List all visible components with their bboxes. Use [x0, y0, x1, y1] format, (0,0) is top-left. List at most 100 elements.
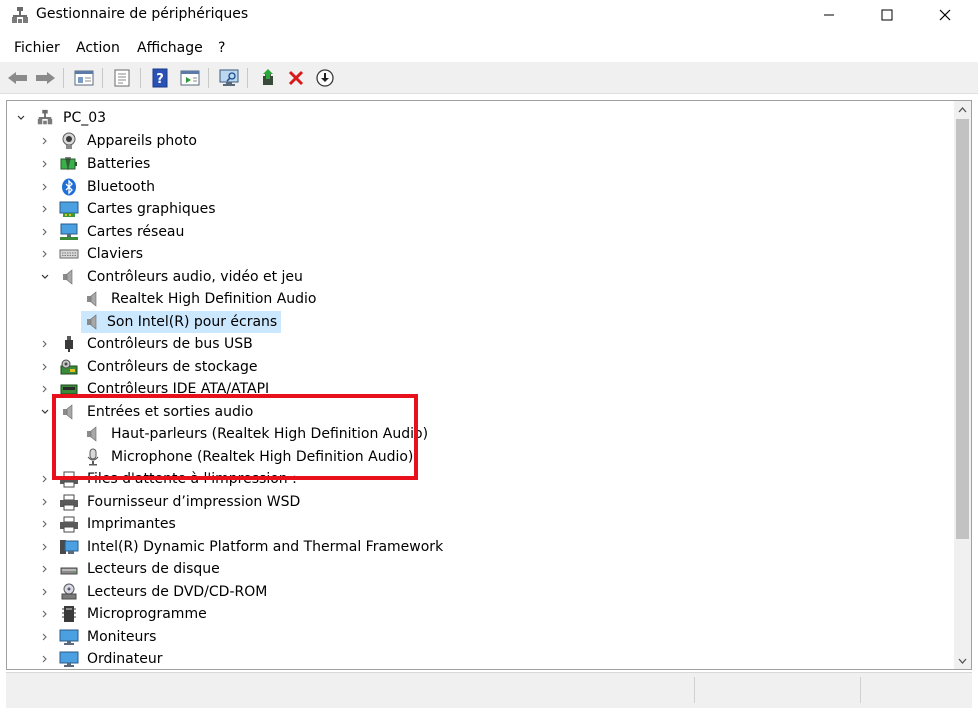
chevron-right-icon[interactable] — [39, 198, 51, 220]
action-pane-button[interactable] — [178, 66, 202, 90]
tree-item-lecteurs-disque[interactable]: Lecteurs de disque — [7, 558, 947, 580]
display-adapter-icon — [59, 200, 79, 218]
update-driver-button[interactable] — [256, 66, 280, 90]
tree-item-label: Microphone (Realtek High Definition Audi… — [111, 449, 414, 465]
chevron-right-icon[interactable] — [39, 536, 51, 558]
chevron-down-icon[interactable] — [39, 401, 51, 423]
tree-item-label: Haut-parleurs (Realtek High Definition A… — [111, 426, 429, 442]
close-button[interactable] — [916, 0, 974, 30]
bluetooth-icon — [59, 178, 79, 196]
chevron-right-icon[interactable] — [39, 243, 51, 265]
chevron-right-icon[interactable] — [39, 513, 51, 535]
keyboard-icon — [59, 245, 79, 263]
help-button[interactable]: ? — [148, 66, 172, 90]
printer-icon — [59, 515, 79, 533]
tree-item-son-intel[interactable]: Son Intel(R) pour écrans — [7, 311, 947, 333]
scan-hardware-button[interactable] — [217, 66, 241, 90]
tree-item-files-attente[interactable]: Files d'attente à l'impression : — [7, 468, 947, 490]
tree-item-controleurs-audio-video-jeu[interactable]: Contrôleurs audio, vidéo et jeu — [7, 266, 947, 288]
chevron-right-icon[interactable] — [39, 603, 51, 625]
menu-help[interactable]: ? — [218, 40, 225, 56]
chevron-up-icon — [958, 106, 967, 112]
console-tree-icon — [74, 70, 94, 86]
chevron-down-icon[interactable] — [15, 107, 27, 129]
chevron-right-icon[interactable] — [39, 581, 51, 603]
tree-item-label: Entrées et sorties audio — [87, 404, 254, 420]
tree-item-controleurs-stockage[interactable]: Contrôleurs de stockage — [7, 356, 947, 378]
window-title: Gestionnaire de périphériques — [36, 6, 249, 22]
tree-root[interactable]: PC_03 — [7, 107, 947, 129]
tree-item-microprogramme[interactable]: Microprogramme — [7, 603, 947, 625]
tree-item-controleurs-ide[interactable]: Contrôleurs IDE ATA/ATAPI — [7, 378, 947, 400]
tree-item-label: Realtek High Definition Audio — [111, 291, 317, 307]
scroll-down-button[interactable] — [954, 652, 971, 669]
tree-item-controleurs-usb[interactable]: Contrôleurs de bus USB — [7, 333, 947, 355]
chevron-right-icon[interactable] — [39, 491, 51, 513]
maximize-button[interactable] — [858, 0, 916, 30]
chevron-right-icon[interactable] — [39, 378, 51, 400]
tree-item-claviers[interactable]: Claviers — [7, 243, 947, 265]
tree-item-cartes-graphiques[interactable]: Cartes graphiques — [7, 198, 947, 220]
forward-button[interactable] — [33, 66, 57, 90]
menu-fichier[interactable]: Fichier — [14, 40, 60, 56]
properties-icon — [114, 69, 130, 87]
tree-item-intel-dptf[interactable]: Intel(R) Dynamic Platform and Thermal Fr… — [7, 536, 947, 558]
tree-item-fournisseur-wsd[interactable]: Fournisseur d’impression WSD — [7, 491, 947, 513]
uninstall-button[interactable] — [284, 66, 308, 90]
printer-icon — [59, 493, 79, 511]
tree-item-label: Contrôleurs audio, vidéo et jeu — [87, 269, 303, 285]
download-button[interactable] — [313, 66, 337, 90]
tree-item-label: Cartes réseau — [87, 224, 185, 240]
tree-item-batteries[interactable]: Batteries — [7, 153, 947, 175]
tree-item-haut-parleurs[interactable]: Haut-parleurs (Realtek High Definition A… — [7, 423, 947, 445]
minimize-button[interactable] — [800, 0, 858, 30]
scrollbar-thumb[interactable] — [956, 119, 969, 539]
tree-item-ordinateur[interactable]: Ordinateur — [7, 648, 947, 669]
vertical-scrollbar[interactable] — [954, 101, 971, 669]
device-tree[interactable]: PC_03 Appareils photo Batteries Bluetoot… — [6, 100, 972, 670]
tree-item-label: Appareils photo — [87, 133, 197, 149]
chevron-right-icon[interactable] — [39, 221, 51, 243]
chevron-right-icon[interactable] — [39, 153, 51, 175]
computer-tree-icon — [35, 109, 55, 127]
device-manager-icon — [10, 6, 30, 26]
tree-item-moniteurs[interactable]: Moniteurs — [7, 626, 947, 648]
tree-item-label: Batteries — [87, 156, 151, 172]
chevron-right-icon[interactable] — [39, 176, 51, 198]
menu-affichage[interactable]: Affichage — [137, 40, 203, 56]
tree-item-label: Imprimantes — [87, 516, 176, 532]
tree-item-realtek-hd-audio[interactable]: Realtek High Definition Audio — [7, 288, 947, 310]
properties-button[interactable] — [110, 66, 134, 90]
toolbar-separator — [102, 68, 103, 88]
tree-item-label: Cartes graphiques — [87, 201, 216, 217]
menu-action[interactable]: Action — [76, 40, 120, 56]
tree-item-microphone[interactable]: Microphone (Realtek High Definition Audi… — [7, 446, 947, 468]
chevron-right-icon[interactable] — [39, 626, 51, 648]
monitor-icon — [59, 628, 79, 646]
chevron-down-icon[interactable] — [39, 266, 51, 288]
tree-item-imprimantes[interactable]: Imprimantes — [7, 513, 947, 535]
chevron-right-icon[interactable] — [39, 333, 51, 355]
toolbar: ? — [0, 62, 978, 94]
chevron-right-icon[interactable] — [39, 356, 51, 378]
console-tree-button[interactable] — [72, 66, 96, 90]
action-pane-icon — [180, 70, 200, 86]
tree-item-bluetooth[interactable]: Bluetooth — [7, 176, 947, 198]
back-button[interactable] — [6, 66, 30, 90]
chevron-right-icon[interactable] — [39, 468, 51, 490]
close-icon — [939, 9, 951, 21]
scroll-up-button[interactable] — [954, 101, 971, 118]
tree-item-label: Moniteurs — [87, 629, 157, 645]
chevron-right-icon[interactable] — [39, 130, 51, 152]
speaker-icon — [83, 313, 103, 331]
tree-item-appareils-photo[interactable]: Appareils photo — [7, 130, 947, 152]
computer-icon — [59, 538, 79, 556]
tree-item-entrees-sorties-audio[interactable]: Entrées et sorties audio — [7, 401, 947, 423]
help-icon: ? — [152, 68, 168, 88]
tree-item-label: Claviers — [87, 246, 144, 262]
tree-item-label: Lecteurs de disque — [87, 561, 220, 577]
tree-item-lecteurs-dvd[interactable]: Lecteurs de DVD/CD-ROM — [7, 581, 947, 603]
chevron-right-icon[interactable] — [39, 648, 51, 669]
tree-item-cartes-reseau[interactable]: Cartes réseau — [7, 221, 947, 243]
chevron-right-icon[interactable] — [39, 558, 51, 580]
